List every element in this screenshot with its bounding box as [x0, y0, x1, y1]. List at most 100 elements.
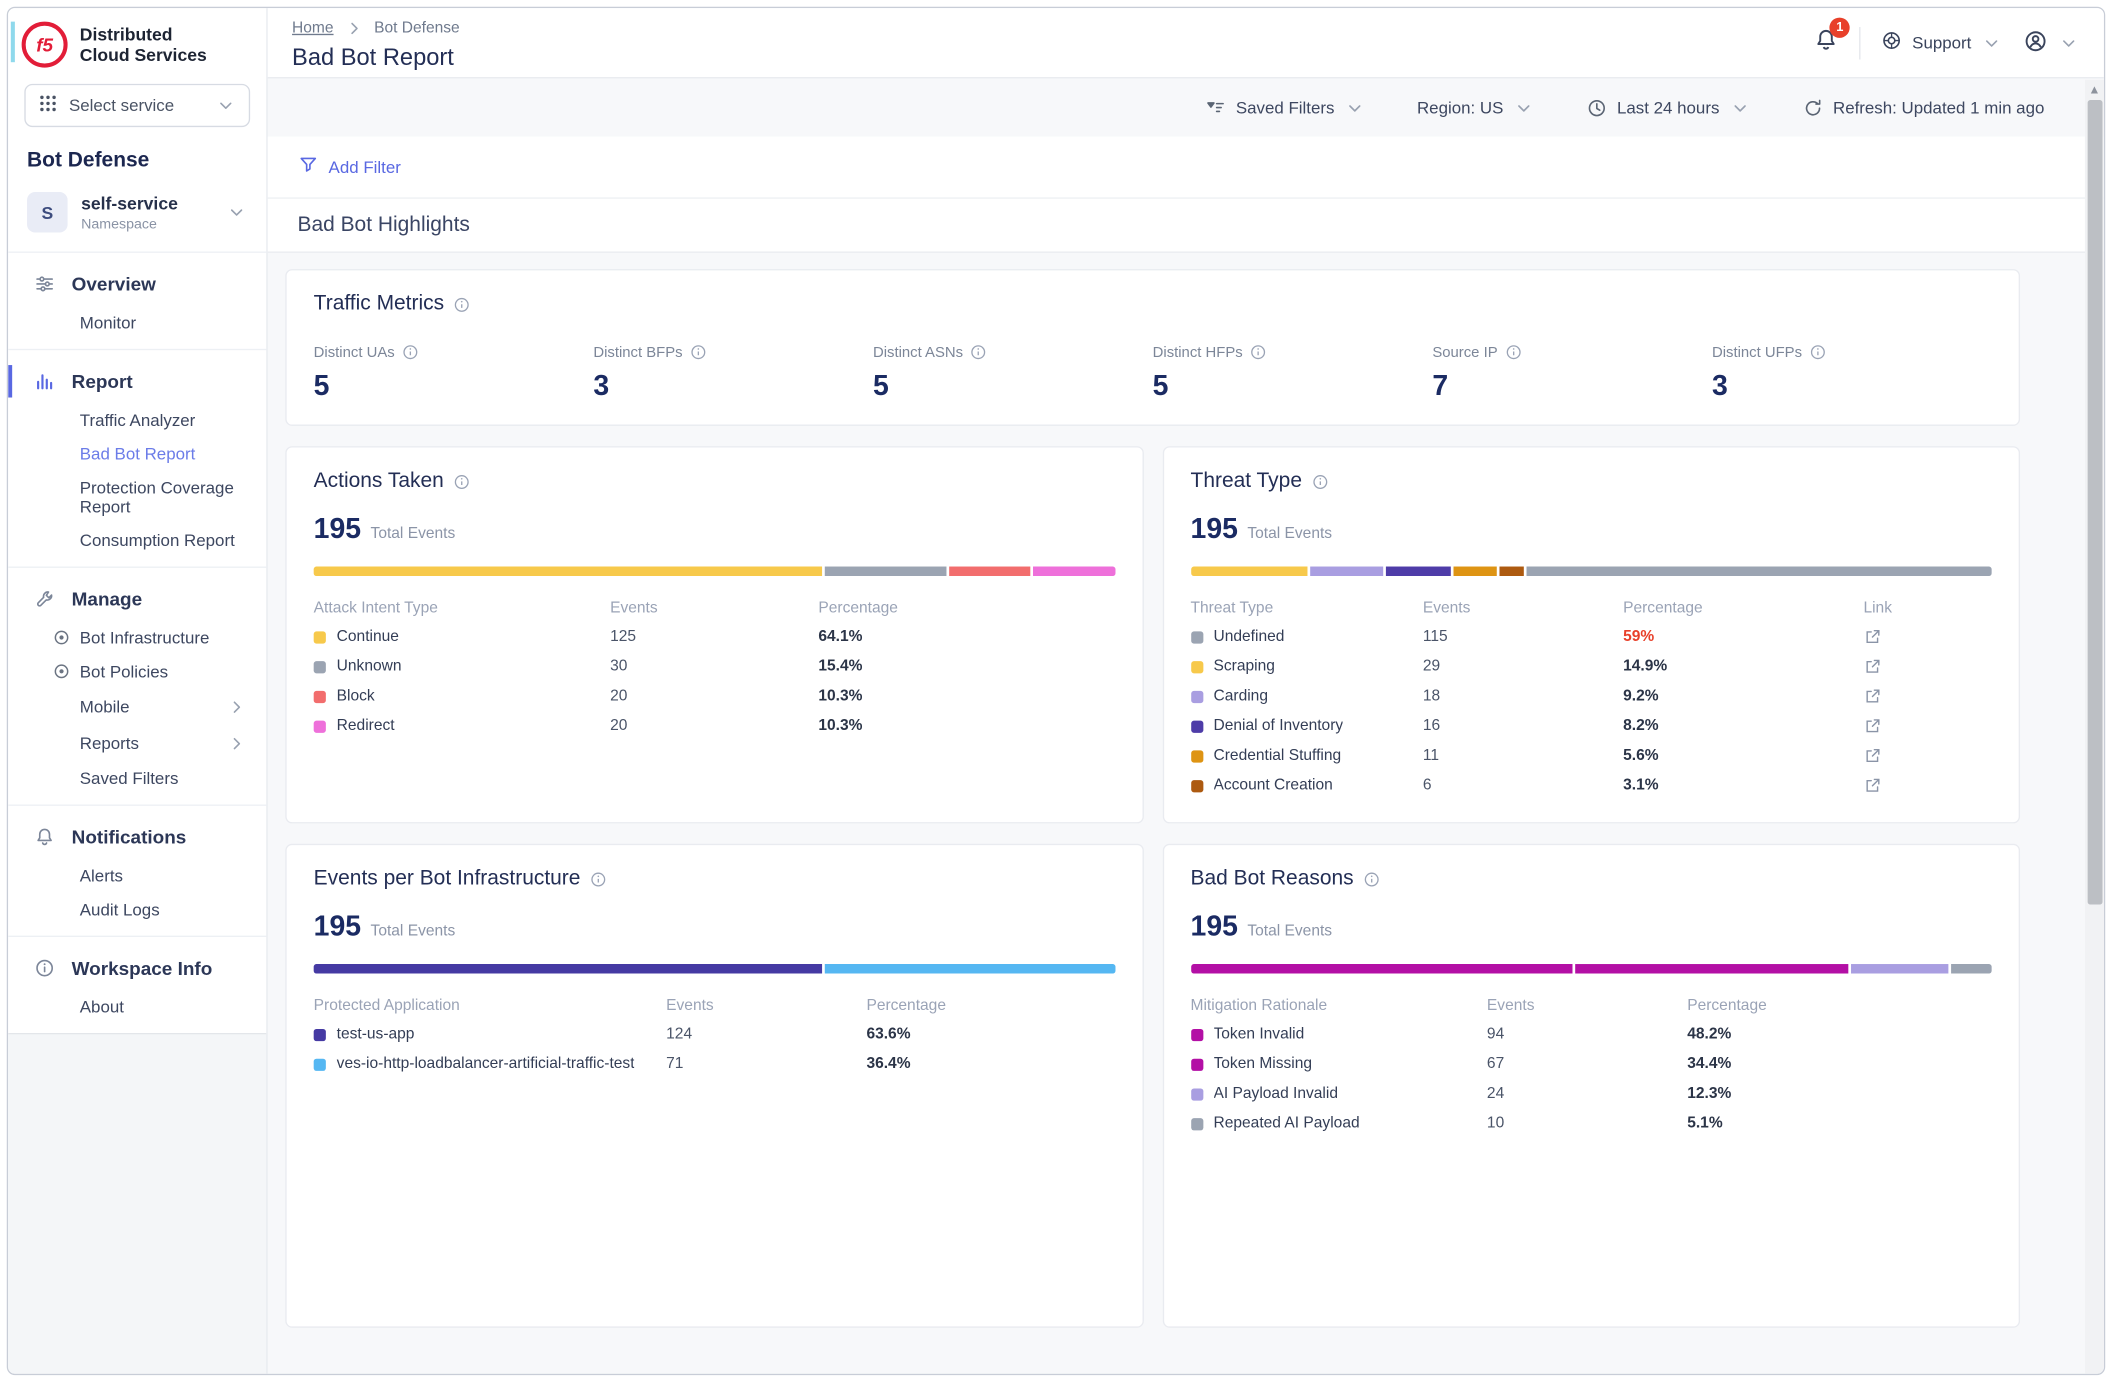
- info-icon[interactable]: [970, 343, 988, 361]
- sidebar-item-reports[interactable]: Reports: [8, 725, 266, 762]
- filter-label: Saved Filters: [1236, 98, 1335, 117]
- scrollbar-thumb[interactable]: [2087, 100, 2102, 904]
- metric-label: Distinct HFPs: [1153, 343, 1433, 361]
- legend-swatch: [314, 631, 326, 643]
- sidebar-section-label: Overview: [72, 273, 156, 295]
- row-percentage: 9.2%: [1623, 688, 1863, 704]
- add-filter-button[interactable]: Add Filter: [297, 154, 400, 180]
- metric-label: Distinct ASNs: [873, 343, 1153, 361]
- brand-line1: Distributed: [80, 24, 207, 44]
- external-link-icon[interactable]: [1863, 717, 1991, 736]
- sidebar-item-mobile[interactable]: Mobile: [8, 688, 266, 725]
- bar-segment: [1851, 964, 1949, 973]
- service-selector[interactable]: Select service: [24, 84, 250, 127]
- sidebar-section-workspace-info[interactable]: Workspace Info: [8, 946, 266, 989]
- info-icon[interactable]: [689, 343, 707, 361]
- sidebar-item-bot-infrastructure[interactable]: Bot Infrastructure: [8, 621, 266, 655]
- vertical-scrollbar[interactable]: ▲: [2085, 80, 2104, 1374]
- row-label: Token Invalid: [1191, 1026, 1487, 1042]
- info-icon[interactable]: [453, 473, 471, 491]
- row-label: Account Creation: [1191, 777, 1423, 793]
- sidebar-section-notifications[interactable]: Notifications: [8, 815, 266, 858]
- content: Traffic Metrics Distinct UAs5Distinct BF…: [268, 253, 2104, 1374]
- sidebar-section-overview[interactable]: Overview: [8, 262, 266, 305]
- support-icon: [1881, 30, 1903, 56]
- table-header-row: Attack Intent TypeEventsPercentage: [314, 594, 1115, 622]
- filter-refresh-updated-1-min-ago[interactable]: Refresh: Updated 1 min ago: [1802, 97, 2044, 119]
- support-menu[interactable]: Support: [1881, 30, 2002, 56]
- filter-saved-filters[interactable]: Saved Filters: [1205, 97, 1366, 119]
- sidebar-item-label: Bad Bot Report: [80, 444, 196, 463]
- info-icon[interactable]: [1311, 473, 1329, 491]
- target-icon: [53, 629, 71, 647]
- notifications-bell-button[interactable]: 1: [1813, 26, 1839, 58]
- row-label-text: Scraping: [1214, 658, 1275, 674]
- row-events: 16: [1423, 718, 1623, 734]
- scrollbar-up-arrow[interactable]: ▲: [2085, 80, 2104, 99]
- sidebar-item-bad-bot-report[interactable]: Bad Bot Report: [8, 437, 266, 471]
- sidebar-item-bot-policies[interactable]: Bot Policies: [8, 654, 266, 688]
- sidebar-item-protection-coverage-report[interactable]: Protection Coverage Report: [8, 471, 266, 524]
- info-icon[interactable]: [1249, 343, 1267, 361]
- account-menu[interactable]: [2023, 28, 2080, 58]
- events-infra-table: Protected ApplicationEventsPercentagetes…: [314, 991, 1115, 1079]
- table-header-row: Threat TypeEventsPercentageLink: [1191, 594, 1992, 622]
- cards-row-2: Actions Taken195Total EventsAttack Inten…: [285, 446, 2020, 823]
- external-link-icon[interactable]: [1863, 687, 1991, 706]
- sidebar-item-saved-filters[interactable]: Saved Filters: [8, 761, 266, 795]
- user-icon: [2023, 28, 2049, 58]
- namespace-selector[interactable]: S self-service Namespace: [8, 184, 266, 253]
- row-events: 11: [1423, 748, 1623, 764]
- table-row: Undefined11559%: [1191, 622, 1992, 652]
- column-header: Percentage: [866, 997, 1114, 1013]
- sidebar: f5 Distributed Cloud Services Select ser…: [8, 8, 268, 1374]
- external-link-icon[interactable]: [1863, 627, 1991, 646]
- external-link-icon[interactable]: [1863, 776, 1991, 795]
- sidebar-item-monitor[interactable]: Monitor: [8, 306, 266, 340]
- metric-label: Distinct BFPs: [593, 343, 873, 361]
- sidebar-item-label: Traffic Analyzer: [80, 410, 196, 429]
- row-label: Redirect: [314, 718, 610, 734]
- row-label-text: Redirect: [337, 718, 395, 734]
- info-icon[interactable]: [1504, 343, 1522, 361]
- metric-distinct-bfps: Distinct BFPs3: [593, 343, 873, 402]
- bar-segment: [1033, 567, 1115, 576]
- sidebar-item-alerts[interactable]: Alerts: [8, 859, 266, 893]
- total-events: 195Total Events: [314, 514, 1115, 546]
- section-title: Bad Bot Highlights: [297, 213, 469, 237]
- sidebar-item-traffic-analyzer[interactable]: Traffic Analyzer: [8, 403, 266, 437]
- row-label-text: Denial of Inventory: [1214, 718, 1344, 734]
- support-label: Support: [1912, 33, 1971, 52]
- info-icon[interactable]: [401, 343, 419, 361]
- row-events: 24: [1487, 1086, 1687, 1102]
- table-row: Repeated AI Payload105.1%: [1191, 1109, 1992, 1139]
- sidebar-item-consumption-report[interactable]: Consumption Report: [8, 523, 266, 557]
- external-link-icon[interactable]: [1863, 657, 1991, 676]
- legend-swatch: [1191, 1058, 1203, 1070]
- sidebar-section-manage[interactable]: Manage: [8, 577, 266, 620]
- threat-type-card: Threat Type195Total EventsThreat TypeEve…: [1162, 446, 2020, 823]
- filter-label: Refresh: Updated 1 min ago: [1833, 98, 2044, 117]
- filter-last-24-hours[interactable]: Last 24 hours: [1586, 97, 1751, 119]
- info-icon[interactable]: [1363, 870, 1381, 888]
- external-link-icon[interactable]: [1863, 746, 1991, 765]
- legend-swatch: [1191, 750, 1203, 762]
- info-icon[interactable]: [1809, 343, 1827, 361]
- row-label: Denial of Inventory: [1191, 718, 1423, 734]
- actions-taken-table: Attack Intent TypeEventsPercentageContin…: [314, 594, 1115, 741]
- sidebar-item-audit-logs[interactable]: Audit Logs: [8, 892, 266, 926]
- traffic-metrics-card: Traffic Metrics Distinct UAs5Distinct BF…: [285, 269, 2020, 426]
- info-icon[interactable]: [590, 870, 608, 888]
- row-label: Unknown: [314, 658, 610, 674]
- row-label: Credential Stuffing: [1191, 748, 1423, 764]
- legend-swatch: [314, 661, 326, 673]
- sidebar-panel: f5 Distributed Cloud Services Select ser…: [8, 8, 266, 1034]
- row-percentage: 36.4%: [866, 1056, 1114, 1072]
- info-icon[interactable]: [454, 295, 472, 313]
- row-events: 71: [666, 1056, 866, 1072]
- filter-region-us[interactable]: Region: US: [1417, 97, 1535, 119]
- sidebar-item-about[interactable]: About: [8, 990, 266, 1024]
- sidebar-section-report[interactable]: Report: [8, 360, 266, 403]
- table-row: Block2010.3%: [314, 681, 1115, 711]
- breadcrumb-home-link[interactable]: Home: [292, 20, 333, 36]
